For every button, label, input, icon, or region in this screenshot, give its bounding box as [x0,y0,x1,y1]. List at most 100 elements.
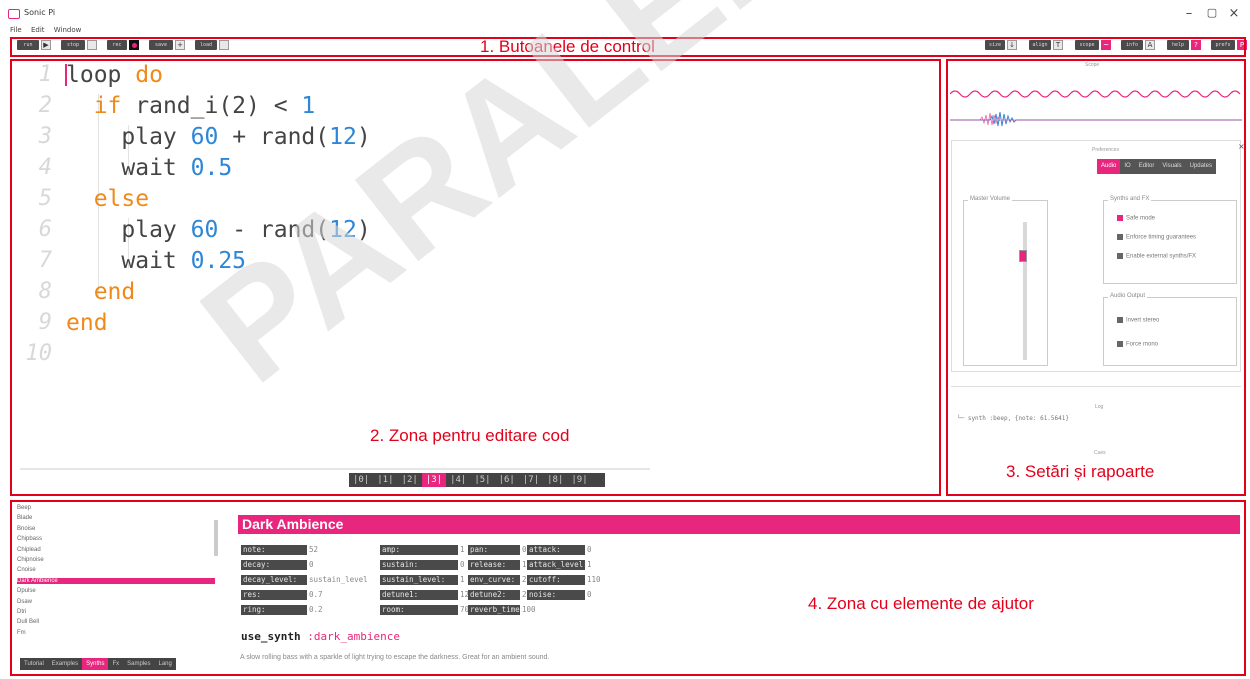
help-tab-examples[interactable]: Examples [48,658,82,670]
buffer-tab-9[interactable]: |9| [567,473,591,487]
editor-gutter: 1 2 3 4 5 6 7 8 9 10 [16,62,56,462]
annotation-zone2: 2. Zona pentru editare cod [370,426,570,445]
editor-horizontal-scrollbar[interactable] [20,468,650,470]
synth-list-item[interactable]: Beep [17,505,31,511]
menu-bar: File Edit Window [10,26,88,34]
tab-updates[interactable]: Updates [1186,159,1216,174]
text-cursor [65,64,67,86]
close-icon[interactable]: × [1238,142,1245,151]
buffer-tab-6[interactable]: |6| [495,473,519,487]
synths-fx-label: Synths and FX [1108,196,1152,202]
cues-label: Cues [1094,450,1106,456]
help-tab-samples[interactable]: Samples [123,658,154,670]
code-line[interactable]: play 60 + rand(12) [66,124,370,150]
param-value: 1 [460,545,465,554]
synth-list-item[interactable]: Blade [17,515,32,521]
buffer-tab-3[interactable]: |3| [421,473,447,487]
external-synths-checkbox[interactable]: Enable external synths/FX [1117,253,1196,260]
code-line[interactable]: else [66,186,149,212]
line-number: 7 [38,248,52,273]
help-tab-fx[interactable]: Fx [108,658,123,670]
synth-list-item[interactable]: Chiplead [17,547,41,553]
synth-list-item[interactable]: Chipbass [17,536,42,542]
help-tabs: Tutorial Examples Synths Fx Samples Lang [20,658,176,670]
maximize-button[interactable]: ▢ [1204,6,1220,19]
help-tab-lang[interactable]: Lang [155,658,176,670]
checkbox-icon [1117,341,1123,347]
param-key: detune2: [468,590,520,600]
log-line: └─ synth :beep, {note: 61.5641} [957,415,1069,422]
minimize-button[interactable]: – [1181,6,1197,21]
audio-output-group [1103,297,1237,366]
buffer-tab-2[interactable]: |2| [398,473,422,487]
help-tab-tutorial[interactable]: Tutorial [20,658,48,670]
annotation-zone3: 3. Setări și rapoarte [1006,462,1155,481]
annotation-zone1: 1. Butoanele de control [480,37,655,56]
param-key: amp: [380,545,458,555]
close-window-button[interactable]: × [1226,6,1242,21]
tab-editor[interactable]: Editor [1135,159,1159,174]
synth-list-item[interactable]: Bnoise [17,526,35,532]
line-number: 4 [38,155,52,180]
line-number: 8 [38,279,52,304]
line-number: 6 [38,217,52,242]
synth-list-item[interactable]: Cnoise [17,567,36,573]
buffer-tab-8[interactable]: |8| [543,473,567,487]
usage-function: use_synth [241,630,301,643]
invert-stereo-checkbox[interactable]: Invert stereo [1117,317,1159,324]
tab-audio[interactable]: Audio [1097,159,1121,174]
param-value: 0 [309,560,314,569]
force-mono-checkbox[interactable]: Force mono [1117,341,1158,348]
code-line[interactable]: play 60 - rand(12) [66,217,370,243]
help-tab-synths[interactable]: Synths [82,658,109,670]
menu-window[interactable]: Window [54,26,82,34]
code-line[interactable]: wait 0.5 [66,155,232,181]
checkbox-checked-icon [1117,215,1123,221]
tab-visuals[interactable]: Visuals [1158,159,1185,174]
param-value: 52 [309,545,319,554]
volume-slider-handle[interactable] [1019,249,1027,262]
buffer-tab-7[interactable]: |7| [519,473,543,487]
line-number: 2 [38,93,52,118]
param-value: 1 [460,575,465,584]
menu-edit[interactable]: Edit [31,26,45,34]
code-line[interactable]: if rand_i(2) < 1 [66,93,316,119]
line-number: 10 [25,341,53,366]
buffer-tab-0[interactable]: |0| [349,473,373,487]
code-line[interactable]: end [66,279,136,305]
param-value: 0 [587,590,592,599]
synth-list-item[interactable]: Chipnoise [17,557,44,563]
param-key: note: [241,545,307,555]
buffer-tab-1[interactable]: |1| [373,473,397,487]
param-key: room: [380,605,458,615]
app-logo-icon [8,9,20,19]
usage-line: use_synth :dark_ambience [241,630,400,643]
tab-io[interactable]: IO [1120,159,1134,174]
enforce-timing-checkbox[interactable]: Enforce timing guarantees [1117,234,1196,241]
synth-list-item[interactable]: Dull Bell [17,619,39,625]
param-key: detune1: [380,590,458,600]
line-number: 3 [38,124,52,149]
checkbox-icon [1117,317,1123,323]
synth-list-item[interactable]: Dpulse [17,588,36,594]
line-number: 1 [38,62,52,87]
param-value: 110 [587,575,601,584]
synth-list-item[interactable]: Dark Ambience [17,577,215,584]
synth-list-item[interactable]: Fm [17,630,26,636]
buffer-tab-5[interactable]: |5| [470,473,494,487]
param-key: release: [468,560,520,570]
code-line[interactable]: loop do [66,62,163,88]
synth-list-item[interactable]: Dsaw [17,599,32,605]
buffer-tab-4[interactable]: |4| [446,473,470,487]
code-line[interactable]: end [66,310,108,336]
help-list-scrollbar[interactable] [214,520,218,556]
checkbox-icon [1117,253,1123,259]
param-key: reverb_time: [468,605,525,615]
synth-list-item[interactable]: Dtri [17,609,26,615]
code-line[interactable]: wait 0.25 [66,248,246,274]
param-key: env_curve: [468,575,520,585]
safe-mode-checkbox[interactable]: Safe mode [1117,215,1155,222]
volume-slider-track[interactable] [1023,222,1027,360]
param-value: 0.7 [309,590,323,599]
menu-file[interactable]: File [10,26,22,34]
